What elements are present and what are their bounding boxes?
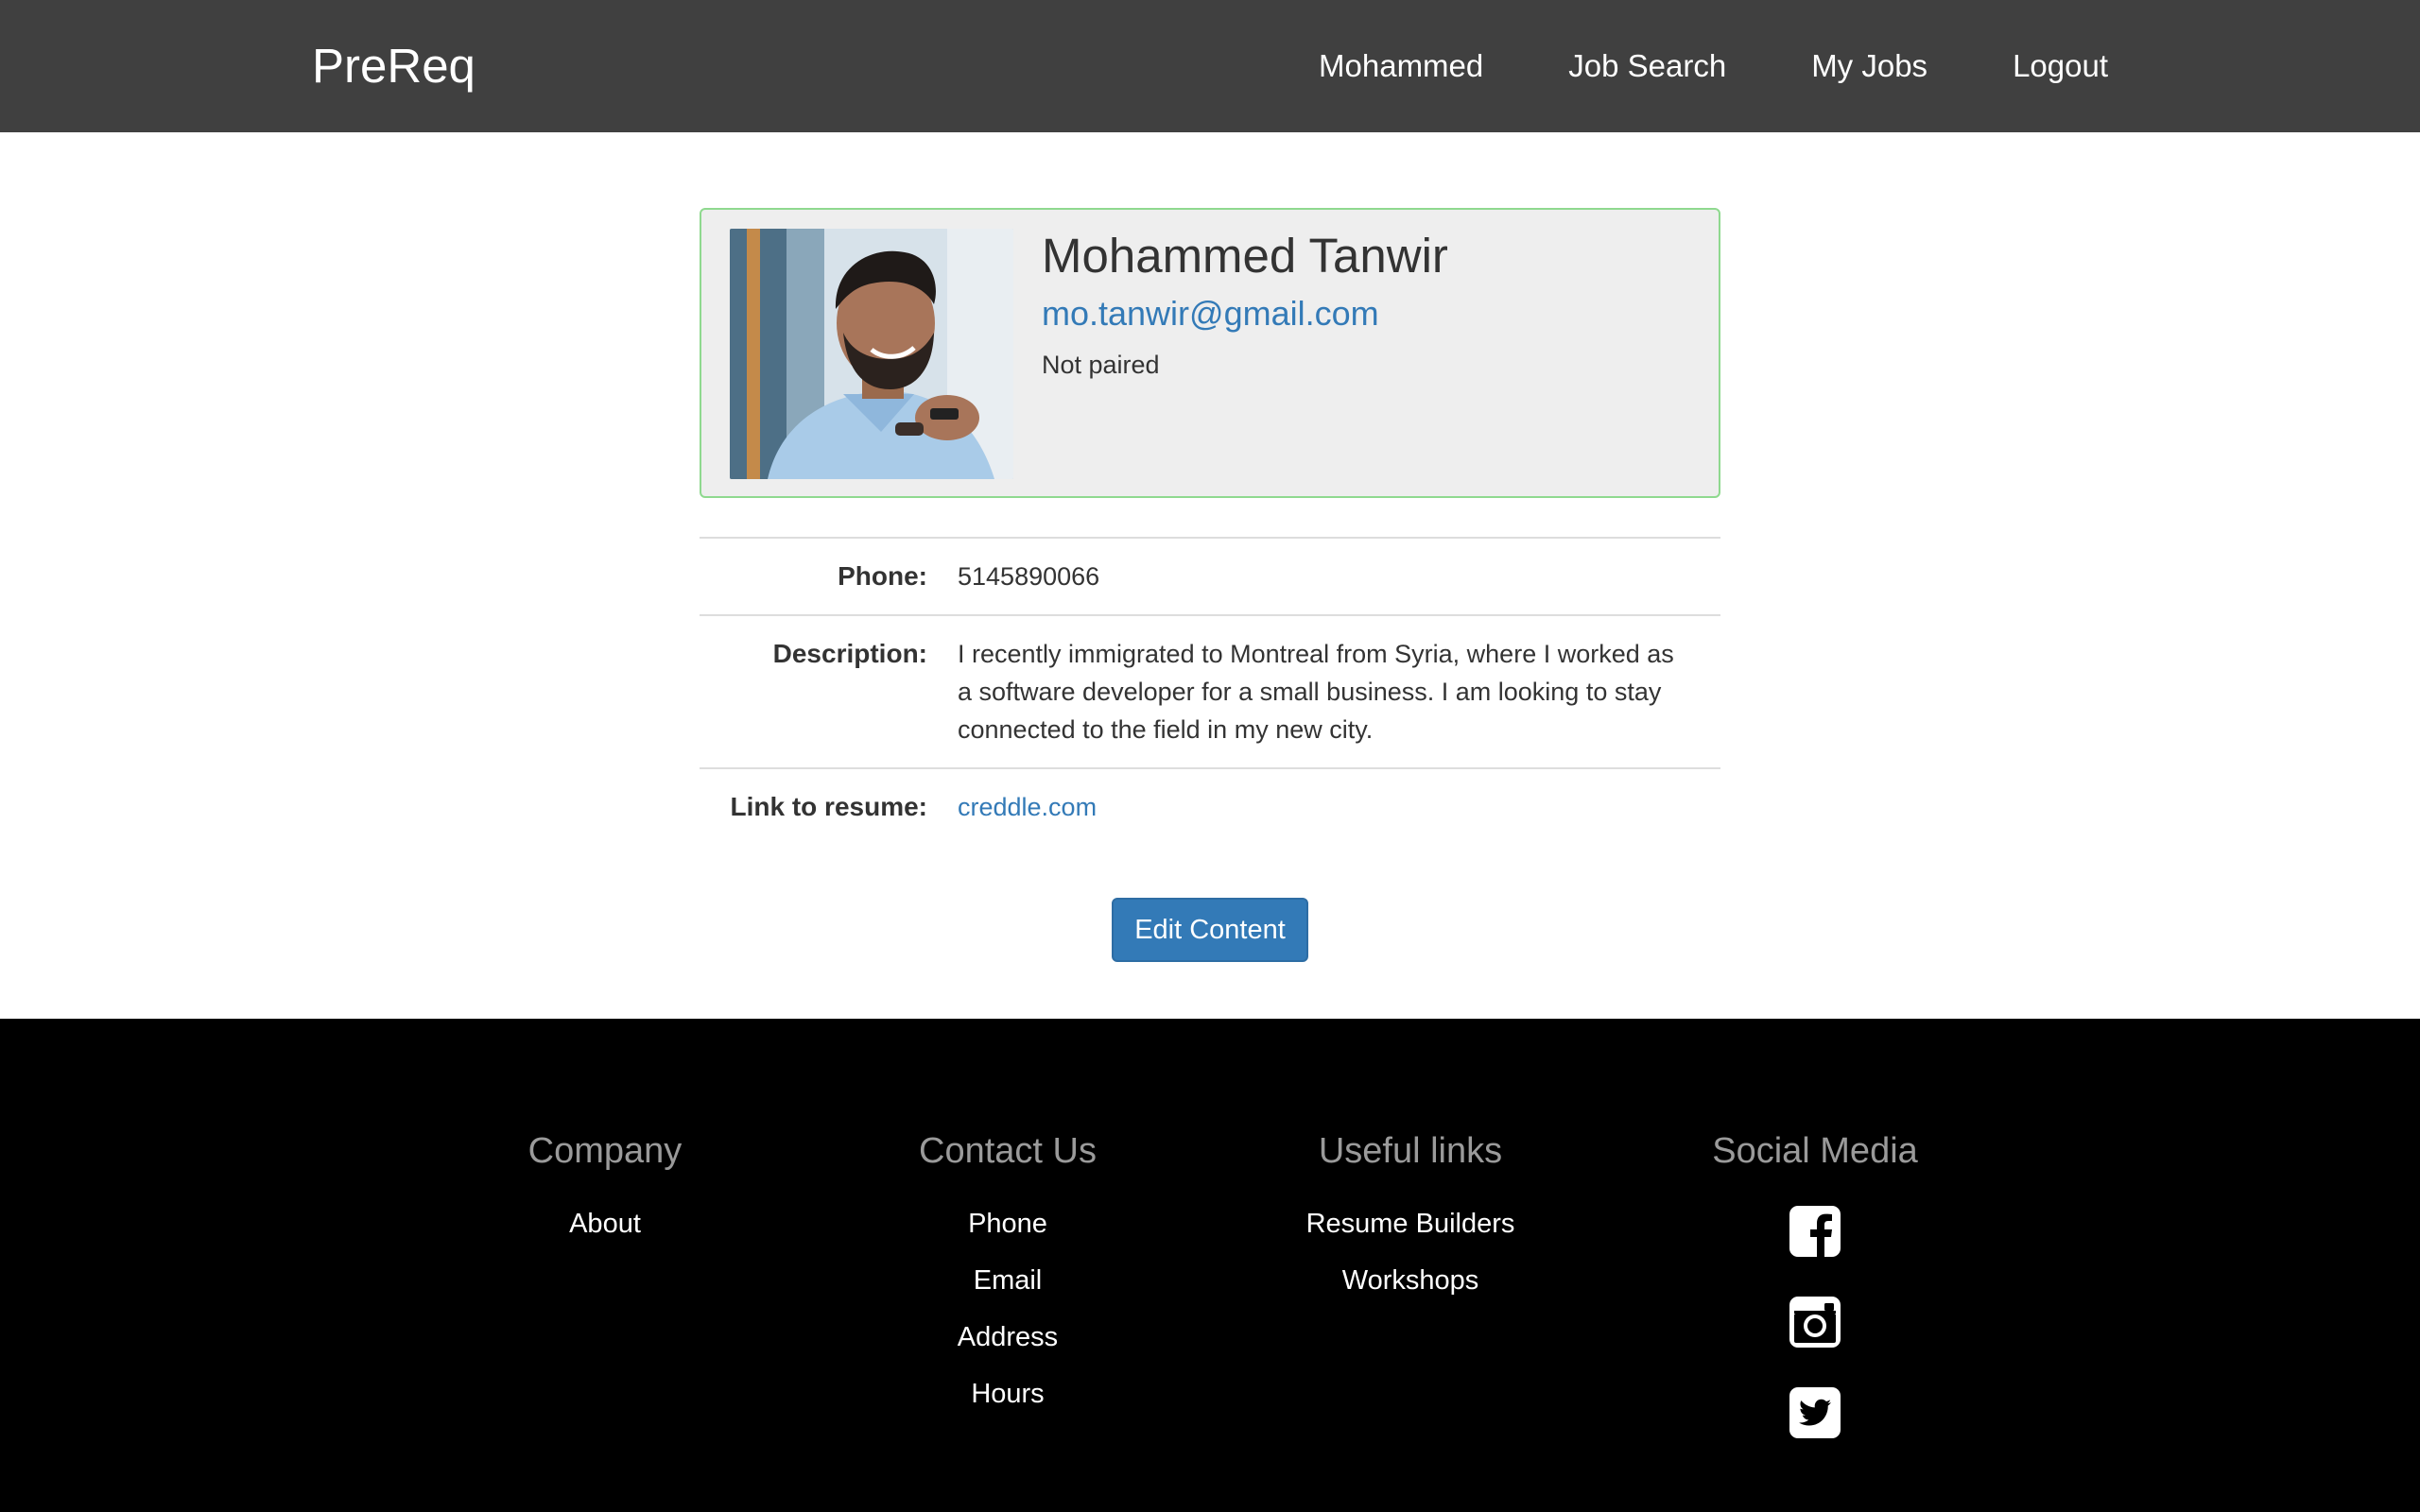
resume-label: Link to resume: bbox=[730, 792, 927, 821]
footer-link-hours[interactable]: Hours bbox=[971, 1379, 1044, 1409]
footer-link-email[interactable]: Email bbox=[974, 1265, 1043, 1296]
nav-link-job-search[interactable]: Job Search bbox=[1526, 0, 1769, 132]
footer-link-about[interactable]: About bbox=[569, 1209, 641, 1239]
footer-links-contact: Phone Email Address Hours bbox=[819, 1198, 1197, 1425]
footer-heading-company: Company bbox=[527, 1131, 683, 1171]
nav-link-my-jobs[interactable]: My Jobs bbox=[1769, 0, 1970, 132]
resume-link[interactable]: creddle.com bbox=[958, 793, 1097, 821]
table-row-resume: Link to resume: creddle.com bbox=[700, 768, 1720, 845]
profile-photo-icon bbox=[730, 229, 1013, 479]
footer-column-company: Company About bbox=[416, 1123, 794, 1255]
description-label: Description: bbox=[772, 639, 927, 668]
footer-link-workshops[interactable]: Workshops bbox=[1342, 1265, 1479, 1296]
footer-heading-useful: Useful links bbox=[1318, 1131, 1503, 1171]
edit-content-button[interactable]: Edit Content bbox=[1112, 898, 1308, 962]
nav-link-logout[interactable]: Logout bbox=[1970, 0, 2108, 132]
footer-links-company: About bbox=[416, 1198, 794, 1255]
pairing-status: Not paired bbox=[1042, 351, 1160, 379]
table-row-phone: Phone: 5145890066 bbox=[700, 538, 1720, 615]
resume-cell: creddle.com bbox=[958, 768, 1720, 845]
footer-link-phone[interactable]: Phone bbox=[968, 1209, 1047, 1239]
footer-link-address[interactable]: Address bbox=[958, 1322, 1058, 1352]
phone-label: Phone: bbox=[838, 561, 927, 591]
footer-heading-social: Social Media bbox=[1712, 1131, 1918, 1171]
instagram-icon[interactable] bbox=[1789, 1297, 1841, 1348]
twitter-icon[interactable] bbox=[1789, 1387, 1841, 1438]
footer: Company About Contact Us Phone Email Add… bbox=[0, 1019, 2420, 1512]
footer-heading-contact: Contact Us bbox=[919, 1131, 1097, 1171]
footer-column-social: Social Media bbox=[1626, 1123, 2004, 1478]
profile-card: Mohammed Tanwir mo.tanwir@gmail.com Not … bbox=[700, 208, 1720, 498]
top-navbar: PreReq Mohammed Job Search My Jobs Logou… bbox=[0, 0, 2420, 132]
footer-column-useful: Useful links Resume Builders Workshops bbox=[1221, 1123, 1599, 1312]
profile-details-table: Phone: 5145890066 Description: I recentl… bbox=[700, 537, 1720, 845]
social-links bbox=[1626, 1206, 2004, 1478]
nav-links: Mohammed Job Search My Jobs Logout bbox=[1276, 0, 2108, 132]
footer-link-resume-builders[interactable]: Resume Builders bbox=[1306, 1209, 1515, 1239]
facebook-icon[interactable] bbox=[1789, 1206, 1841, 1257]
table-row-description: Description: I recently immigrated to Mo… bbox=[700, 615, 1720, 768]
phone-value: 5145890066 bbox=[958, 562, 1100, 591]
profile-email-link[interactable]: mo.tanwir@gmail.com bbox=[1042, 291, 1694, 336]
profile-name: Mohammed Tanwir bbox=[1042, 229, 1448, 283]
brand-logo[interactable]: PreReq bbox=[312, 38, 475, 94]
footer-column-contact: Contact Us Phone Email Address Hours bbox=[819, 1123, 1197, 1425]
description-value: I recently immigrated to Montreal from S… bbox=[958, 640, 1674, 744]
page: PreReq Mohammed Job Search My Jobs Logou… bbox=[0, 0, 2420, 1512]
footer-links-useful: Resume Builders Workshops bbox=[1221, 1198, 1599, 1312]
profile-info: Mohammed Tanwir mo.tanwir@gmail.com Not … bbox=[1042, 227, 1694, 382]
nav-link-profile[interactable]: Mohammed bbox=[1276, 0, 1526, 132]
avatar bbox=[730, 229, 1013, 479]
